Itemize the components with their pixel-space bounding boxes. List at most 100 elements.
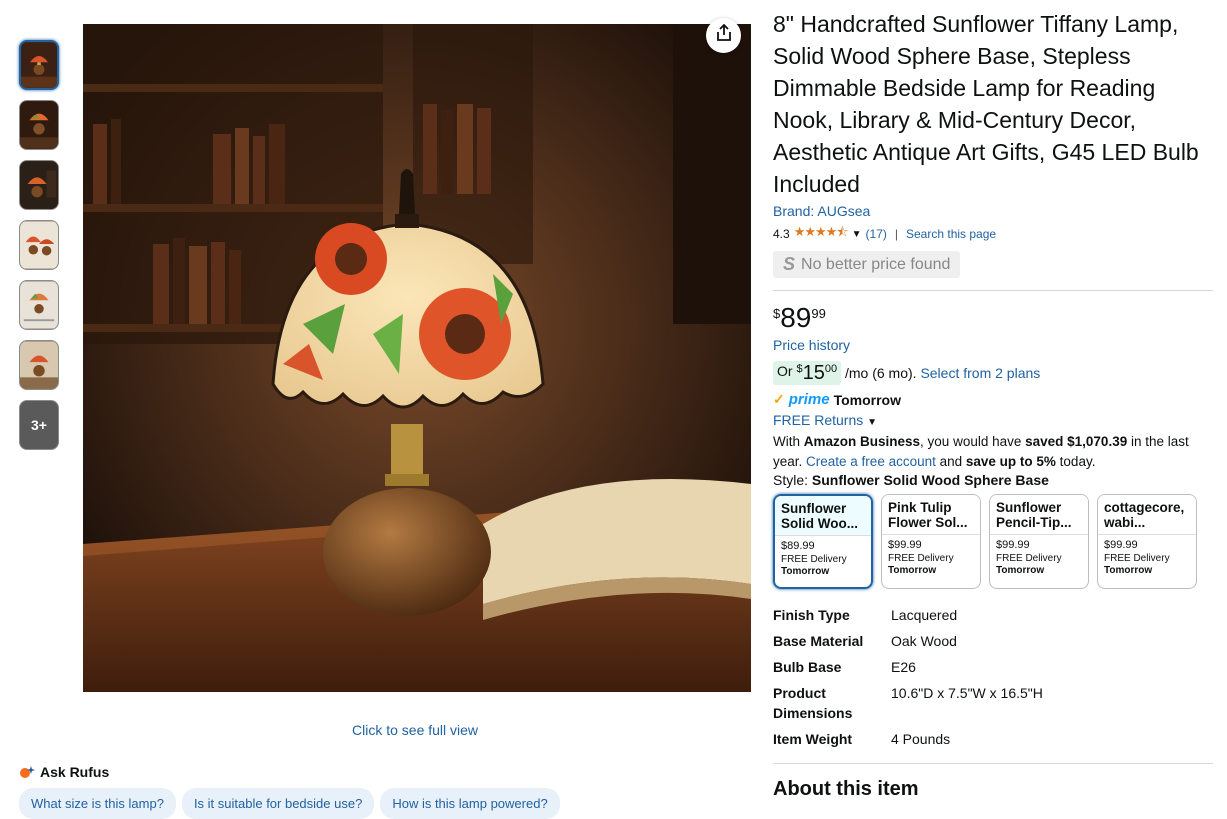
- price-fraction: 99: [811, 306, 826, 321]
- style-option-card[interactable]: Sunflower Pencil-Tip... $99.99 FREE Deli…: [989, 494, 1089, 589]
- free-returns-link[interactable]: FREE Returns: [773, 412, 863, 428]
- rating-count-link[interactable]: (17): [866, 227, 887, 241]
- spec-key: Product Dimensions: [773, 685, 853, 721]
- style-option-price: $99.99: [888, 539, 922, 551]
- business-discount: save up to 5%: [965, 454, 1056, 469]
- monthly-whole: 15: [802, 362, 825, 384]
- prime-delivery-day: Tomorrow: [833, 391, 901, 408]
- style-selected-value: Sunflower Solid Wood Sphere Base: [811, 472, 1049, 488]
- prime-logo: prime: [788, 391, 830, 408]
- more-images-thumbnail[interactable]: 3+: [19, 400, 59, 450]
- select-plans-link[interactable]: Select from 2 plans: [920, 365, 1040, 381]
- spec-key: Item Weight: [773, 731, 853, 747]
- free-returns-row[interactable]: FREE Returns ▼: [773, 412, 1213, 428]
- style-option-delivery-day: Tomorrow: [996, 565, 1045, 576]
- style-option-title: Pink Tulip Flower Sol...: [882, 495, 980, 535]
- thumbnail-6[interactable]: [19, 340, 59, 390]
- search-this-page-link[interactable]: Search this page: [906, 227, 996, 241]
- business-text: and: [935, 454, 966, 469]
- style-option-title: cottagecore, wabi...: [1098, 495, 1196, 535]
- spec-value: 4 Pounds: [891, 731, 951, 747]
- spec-row: Finish Type Lacquered: [773, 605, 1213, 625]
- style-option-delivery-day: Tomorrow: [1104, 565, 1153, 576]
- business-text: , you would have: [920, 434, 1026, 449]
- style-option-price: $99.99: [1104, 539, 1138, 551]
- spec-value: Lacquered: [891, 607, 958, 623]
- rufus-icon: [19, 765, 35, 779]
- spec-row: Item Weight 4 Pounds: [773, 729, 1213, 749]
- business-text: With: [773, 434, 804, 449]
- create-account-link[interactable]: Create a free account: [806, 454, 936, 469]
- prime-check-icon: ✓: [773, 391, 785, 407]
- ask-rufus-label: Ask Rufus: [40, 764, 110, 780]
- spec-key: Finish Type: [773, 607, 850, 623]
- spec-value: Oak Wood: [891, 633, 957, 649]
- rufus-chip[interactable]: What size is this lamp?: [19, 788, 176, 819]
- rating-row: 4.3 ★★★★⯪ ▼ (17) | Search this page: [773, 223, 1213, 245]
- monthly-payment-row: Or $ 15 00 /mo (6 mo). Select from 2 pla…: [773, 361, 1213, 385]
- brand-link[interactable]: Brand: AUGsea: [773, 203, 870, 219]
- style-option-price: $89.99: [781, 540, 815, 552]
- product-specs-table: Finish Type Lacquered Base Material Oak Wo…: [773, 605, 1213, 749]
- thumbnail-4[interactable]: [19, 220, 59, 270]
- divider: |: [894, 227, 898, 241]
- style-option-card[interactable]: Sunflower Solid Woo... $89.99 FREE Deliv…: [773, 494, 873, 589]
- style-label: Style:: [773, 472, 812, 488]
- style-option-delivery: FREE Delivery: [781, 554, 847, 565]
- main-product-image[interactable]: [83, 24, 751, 692]
- thumbnail-1[interactable]: [19, 40, 59, 90]
- style-options: Sunflower Solid Woo... $89.99 FREE Deliv…: [773, 494, 1213, 589]
- style-option-delivery: FREE Delivery: [888, 553, 954, 564]
- spec-row: Base Material Oak Wood: [773, 631, 1213, 651]
- price-symbol: $: [773, 306, 781, 321]
- chevron-down-icon[interactable]: ▼: [867, 417, 877, 428]
- spec-row: Bulb Base E26: [773, 657, 1213, 677]
- style-option-price: $99.99: [996, 539, 1030, 551]
- about-this-item-heading: About this item: [773, 763, 1213, 801]
- monthly-payment-pill: Or $ 15 00: [773, 361, 842, 385]
- rufus-question-chips: What size is this lamp? Is it suitable f…: [19, 788, 560, 819]
- product-details-column: 8" Handcrafted Sunflower Tiffany Lamp, S…: [773, 8, 1213, 801]
- style-option-card[interactable]: Pink Tulip Flower Sol... $99.99 FREE Del…: [881, 494, 981, 589]
- thumbnail-2[interactable]: [19, 100, 59, 150]
- price-history-link[interactable]: Price history: [773, 337, 850, 353]
- full-view-link[interactable]: Click to see full view: [352, 722, 478, 738]
- ask-rufus-heading: Ask Rufus: [19, 764, 109, 780]
- spec-value: E26: [891, 659, 916, 675]
- rufus-chip[interactable]: Is it suitable for bedside use?: [181, 788, 375, 819]
- business-savings-amount: saved $1,070.39: [1025, 434, 1128, 449]
- more-images-label: 3+: [31, 417, 47, 433]
- thumbnail-5[interactable]: [19, 280, 59, 330]
- spec-value: 10.6"D x 7.5"W x 16.5"H: [891, 685, 1043, 701]
- monthly-suffix: /mo (6 mo).: [841, 365, 921, 381]
- no-better-price-text: No better price found: [801, 255, 951, 273]
- price-tracker-icon: S: [783, 254, 796, 274]
- product-title: 8" Handcrafted Sunflower Tiffany Lamp, S…: [773, 11, 1199, 197]
- chevron-down-icon[interactable]: ▼: [852, 229, 862, 240]
- style-option-delivery: FREE Delivery: [996, 553, 1062, 564]
- spec-key: Base Material: [773, 633, 864, 649]
- prime-delivery-row: ✓ prime Tomorrow: [773, 391, 1213, 408]
- share-button[interactable]: [706, 18, 741, 53]
- spec-key: Bulb Base: [773, 659, 842, 675]
- share-icon: [715, 23, 733, 47]
- rufus-chip[interactable]: How is this lamp powered?: [380, 788, 560, 819]
- thumbnail-3[interactable]: [19, 160, 59, 210]
- style-option-card[interactable]: cottagecore, wabi... $99.99 FREE Deliver…: [1097, 494, 1197, 589]
- monthly-fraction: 00: [824, 363, 838, 375]
- star-rating-icon[interactable]: ★★★★⯪: [794, 223, 849, 245]
- price-display: $ 89 99: [773, 303, 1213, 333]
- style-option-title: Sunflower Solid Woo...: [775, 496, 871, 536]
- monthly-prefix: Or: [777, 363, 797, 379]
- spec-row: Product Dimensions 10.6"D x 7.5"W x 16.5"…: [773, 683, 1213, 723]
- thumbnail-strip: 3+: [19, 40, 60, 460]
- price-whole: 89: [780, 302, 812, 333]
- style-option-delivery-day: Tomorrow: [888, 565, 937, 576]
- business-text: today.: [1055, 454, 1096, 469]
- style-option-delivery-day: Tomorrow: [781, 566, 830, 577]
- style-option-title: Sunflower Pencil-Tip...: [990, 495, 1088, 535]
- no-better-price-badge[interactable]: S No better price found: [773, 251, 961, 278]
- business-savings-text: With Amazon Business, you would have sav…: [773, 432, 1213, 472]
- rating-value: 4.3: [773, 227, 790, 241]
- style-option-delivery: FREE Delivery: [1104, 553, 1170, 564]
